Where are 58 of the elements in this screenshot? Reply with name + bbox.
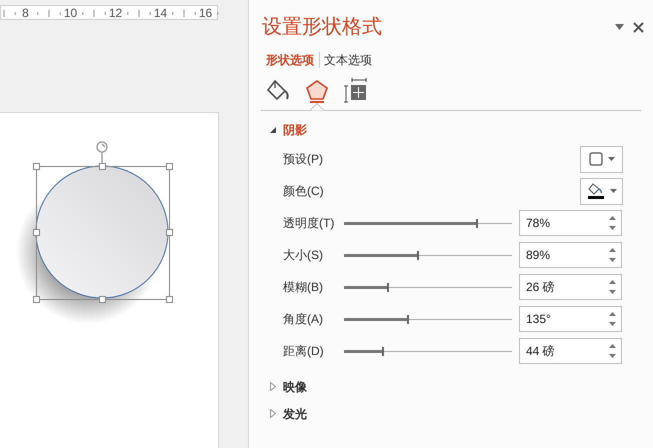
slider-thumb[interactable]: [406, 314, 409, 324]
section-header[interactable]: 阴影: [249, 116, 653, 143]
field-label: 大小(S): [283, 247, 324, 264]
resize-handle[interactable]: [166, 163, 173, 170]
square-icon: [588, 152, 602, 166]
paint-bucket-icon: [586, 183, 604, 199]
slider-track[interactable]: [344, 346, 512, 356]
field-label: 角度(A): [283, 311, 324, 328]
spin-field[interactable]: 26 磅: [519, 274, 622, 300]
ruler-number: 12: [108, 6, 124, 18]
color-picker-button[interactable]: [580, 178, 623, 204]
spin-arrows-icon[interactable]: [608, 310, 617, 328]
slider-thumb[interactable]: [386, 282, 389, 292]
field-label: 颜色(C): [283, 183, 325, 200]
section-header[interactable]: 发光: [249, 400, 653, 427]
ruler-number: 10: [62, 6, 78, 18]
spin-field[interactable]: 89%: [519, 242, 622, 268]
preset-picker-button[interactable]: [580, 146, 623, 172]
collapsed-triangle-icon: [270, 382, 276, 391]
spin-arrows-icon[interactable]: [608, 246, 617, 264]
caret-icon: [608, 157, 614, 161]
ruler-number: 16: [198, 6, 214, 18]
spin-field[interactable]: 135°: [519, 306, 622, 332]
ruler-number: 14: [152, 6, 168, 18]
spin-arrows-icon[interactable]: [608, 278, 617, 296]
slider-track[interactable]: [344, 282, 512, 292]
dropdown-caret-icon[interactable]: [615, 24, 624, 30]
slider-thumb[interactable]: [416, 250, 419, 260]
slider-track[interactable]: [344, 218, 512, 228]
spin-field[interactable]: 44 磅: [519, 338, 622, 364]
caret-icon: [610, 189, 616, 193]
close-icon[interactable]: [633, 22, 644, 32]
spin-arrows-icon[interactable]: [608, 214, 617, 232]
options-tab[interactable]: 文本选项: [324, 51, 372, 69]
resize-handle[interactable]: [99, 296, 106, 303]
spin-field[interactable]: 78%: [519, 210, 622, 236]
panel-title: 设置形状格式: [262, 15, 382, 40]
field-label: 模糊(B): [283, 279, 324, 296]
slider-thumb[interactable]: [382, 346, 384, 356]
resize-handle[interactable]: [33, 163, 40, 170]
slider-track[interactable]: [344, 314, 512, 324]
slider-thumb[interactable]: [476, 218, 478, 228]
resize-handle[interactable]: [166, 229, 173, 236]
expanded-triangle-icon: [270, 126, 276, 132]
options-tab[interactable]: 形状选项: [266, 51, 315, 69]
field-label: 预设(P): [283, 151, 324, 168]
spin-arrows-icon[interactable]: [608, 342, 617, 360]
resize-handle[interactable]: [33, 229, 40, 236]
slider-track[interactable]: [344, 250, 512, 260]
resize-handle[interactable]: [166, 296, 173, 303]
resize-handle[interactable]: [99, 163, 106, 170]
resize-handle[interactable]: [33, 296, 40, 303]
section-header[interactable]: 映像: [249, 373, 653, 400]
collapsed-triangle-icon: [270, 409, 276, 418]
ruler-number: 8: [21, 6, 30, 18]
field-label: 距离(D): [283, 343, 325, 360]
rotate-handle[interactable]: [94, 140, 110, 166]
field-label: 透明度(T): [283, 215, 336, 232]
